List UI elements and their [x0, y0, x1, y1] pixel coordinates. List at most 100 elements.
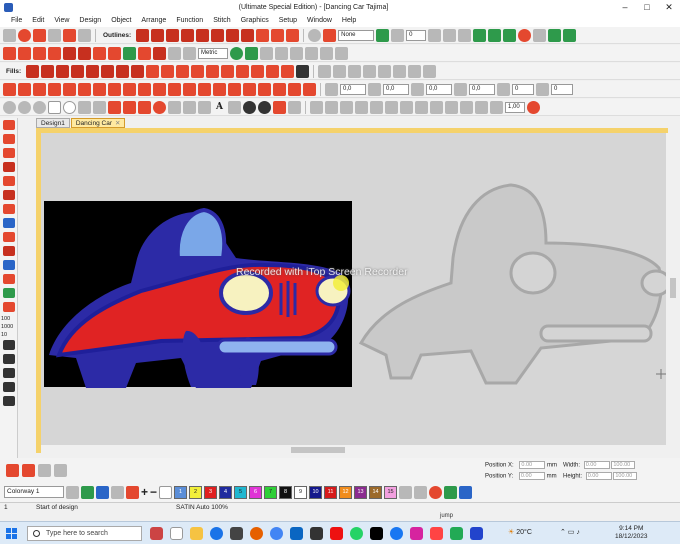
group-objects-icon[interactable] [429, 100, 443, 114]
windows-start-icon[interactable] [6, 528, 17, 539]
spacing-field[interactable]: 0,0 [340, 83, 366, 95]
palette-more-icon[interactable] [414, 485, 428, 499]
tool-n-icon[interactable] [198, 82, 211, 96]
tab-dancing-car[interactable]: Dancing Car ✕ [70, 118, 126, 128]
menu-edit[interactable]: Edit [27, 17, 49, 24]
digitize-complex-icon[interactable] [3, 190, 15, 200]
offset-field[interactable]: 0,0 [469, 83, 495, 95]
tool-b-icon[interactable] [18, 82, 31, 96]
menu-setup[interactable]: Setup [274, 17, 302, 24]
thread-swatch[interactable]: 12 [339, 485, 353, 499]
color-film-icon[interactable] [473, 28, 487, 42]
eyedropper-icon[interactable] [111, 485, 124, 499]
reshape-icon[interactable] [391, 28, 405, 42]
fill-stepsatin-icon[interactable] [56, 64, 70, 78]
app-blue-icon[interactable] [290, 527, 303, 540]
align-top-icon[interactable] [354, 100, 368, 114]
length-field[interactable]: 0,0 [383, 83, 409, 95]
carving-icon[interactable] [138, 46, 151, 60]
zoom-in-icon[interactable] [526, 100, 540, 114]
fill-fancy-icon[interactable] [71, 64, 85, 78]
outline-arc-icon[interactable] [271, 28, 285, 42]
trueview-icon[interactable] [518, 28, 532, 42]
knife-icon[interactable] [93, 100, 106, 114]
distribute-v-icon[interactable] [414, 100, 428, 114]
layers-icon[interactable] [503, 28, 517, 42]
thread-swatch[interactable]: 7 [264, 485, 278, 499]
clock[interactable]: 9:14 PM 18/12/2023 [615, 525, 648, 541]
thread-chart-icon[interactable] [444, 485, 458, 499]
menu-arrange[interactable]: Arrange [136, 17, 171, 24]
fill-contour-icon[interactable] [161, 64, 175, 78]
threads-icon[interactable] [488, 28, 502, 42]
table-icon[interactable] [183, 46, 196, 60]
digitize-green-icon[interactable] [3, 288, 15, 298]
refresh-icon[interactable] [308, 28, 322, 42]
pointer-icon[interactable] [287, 100, 301, 114]
app-red-icon[interactable] [330, 527, 343, 540]
tool-h-icon[interactable] [108, 82, 121, 96]
align-icon[interactable] [245, 46, 258, 60]
thread-swatch[interactable]: 2 [189, 485, 203, 499]
scale-icon[interactable] [428, 28, 442, 42]
vscroll-thumb[interactable] [670, 278, 676, 298]
digitize-run-icon[interactable] [3, 246, 15, 256]
fill-cross-icon[interactable] [131, 64, 145, 78]
tool-f-icon[interactable] [78, 82, 91, 96]
hscroll-thumb[interactable] [291, 447, 345, 453]
select-object-icon[interactable] [3, 100, 16, 114]
fill-special-icon[interactable] [296, 64, 310, 78]
cross-stitch-icon[interactable] [78, 46, 91, 60]
task-view-icon[interactable] [170, 527, 183, 540]
thread-swatch[interactable]: 9 [294, 485, 308, 499]
width-pct-field[interactable]: 100.00 [611, 461, 636, 469]
select-tool-icon[interactable] [3, 340, 15, 350]
store-icon[interactable] [230, 527, 243, 540]
flip-icon[interactable] [335, 46, 348, 60]
tiktok-icon[interactable] [370, 527, 383, 540]
point-icon[interactable] [242, 100, 256, 114]
taskbar-app-icon[interactable] [150, 527, 163, 540]
close-tab-icon[interactable]: ✕ [115, 120, 120, 127]
palette-settings-icon[interactable] [399, 485, 413, 499]
maximize-button[interactable]: □ [636, 0, 658, 14]
menu-function[interactable]: Function [171, 17, 208, 24]
tool-t-icon[interactable] [288, 82, 301, 96]
outline-raised-icon[interactable] [256, 28, 270, 42]
align-left-icon[interactable] [309, 100, 323, 114]
fill-sculpture-icon[interactable] [176, 64, 190, 78]
outline-rect-icon[interactable] [286, 28, 300, 42]
lasso-icon[interactable] [33, 100, 46, 114]
appliqué-icon[interactable] [3, 46, 16, 60]
tool-s-icon[interactable] [273, 82, 286, 96]
digitize-freehand-icon[interactable] [3, 148, 15, 158]
fill-flower-icon[interactable] [281, 64, 295, 78]
density-icon[interactable] [497, 82, 510, 96]
digitize-line-icon[interactable] [3, 120, 15, 130]
tool-c-icon[interactable] [33, 82, 46, 96]
auto-spacing-field[interactable]: 0 [551, 83, 573, 95]
thread-swatch[interactable]: 11 [324, 485, 338, 499]
tool-r-icon[interactable] [258, 82, 271, 96]
save-icon[interactable] [48, 28, 61, 42]
none-select[interactable]: None [338, 29, 375, 41]
thread-swatch[interactable]: 4 [219, 485, 233, 499]
fill-circle-icon[interactable] [221, 64, 235, 78]
shape-oval-icon[interactable] [18, 46, 31, 60]
color-blend-icon[interactable] [123, 100, 136, 114]
thread-swatch[interactable]: 14 [369, 485, 383, 499]
tie-off-icon[interactable] [363, 64, 377, 78]
spacing-icon[interactable] [325, 82, 338, 96]
menu-help[interactable]: Help [337, 17, 361, 24]
outline-stemstitch-icon[interactable] [196, 28, 210, 42]
tab-design1[interactable]: Design1 [36, 118, 70, 128]
tool-d-icon[interactable] [48, 82, 61, 96]
digitize-curve-icon[interactable] [3, 134, 15, 144]
position-y-field[interactable]: 0.00 [518, 472, 545, 480]
units-select[interactable]: Metric [198, 47, 228, 59]
outline-satin-icon[interactable] [166, 28, 180, 42]
open-icon[interactable] [33, 28, 46, 42]
angle-field[interactable]: 0 [406, 29, 427, 41]
horizontal-scrollbar[interactable] [41, 445, 666, 455]
measure-icon[interactable] [230, 46, 243, 60]
